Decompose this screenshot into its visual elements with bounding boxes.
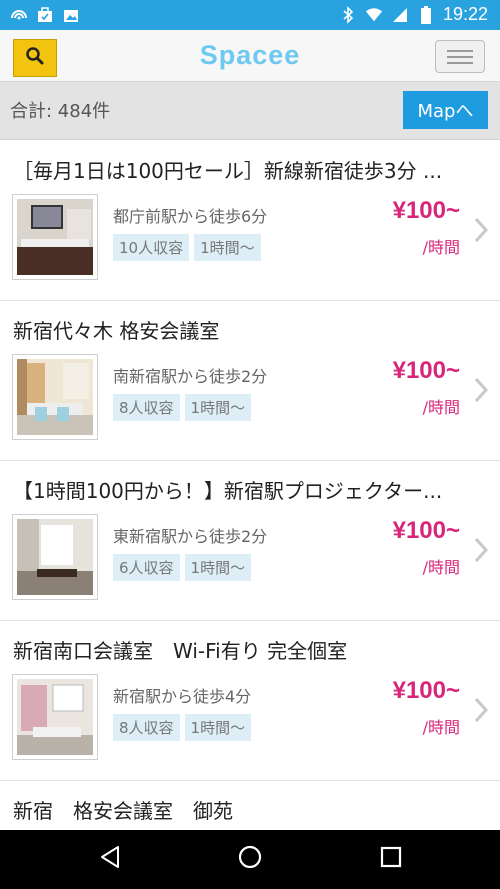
price-unit: /時間 bbox=[422, 398, 460, 417]
back-button[interactable] bbox=[95, 844, 125, 874]
chevron-right-icon bbox=[474, 697, 489, 727]
listing-item[interactable]: 新宿 格安会議室 御苑 bbox=[0, 781, 500, 830]
listing-thumbnail bbox=[12, 354, 98, 440]
map-button[interactable]: Mapへ bbox=[403, 91, 488, 129]
listing-title: 新宿代々木 格安会議室 bbox=[13, 319, 220, 343]
status-bar-notifications bbox=[10, 6, 80, 24]
back-triangle-icon bbox=[99, 845, 121, 873]
listing-price: ¥100~ bbox=[392, 677, 460, 704]
chevron-right-icon bbox=[474, 217, 489, 247]
status-bar: 19:22 bbox=[0, 0, 500, 30]
total-count: 合計: 484件 bbox=[10, 101, 111, 122]
capacity-tag: 6人収容 bbox=[113, 554, 180, 581]
listing-tags: 6人収容 1時間〜 bbox=[113, 554, 252, 581]
listing-tags: 10人収容 1時間〜 bbox=[113, 234, 261, 261]
listing-title: 【1時間100円から！】新宿駅プロジェクター... bbox=[13, 479, 443, 503]
status-bar-system: 19:22 bbox=[339, 4, 488, 25]
listing-title: 新宿 格安会議室 御苑 bbox=[13, 799, 233, 823]
menu-button[interactable] bbox=[435, 40, 485, 73]
min-time-tag: 1時間〜 bbox=[194, 234, 261, 261]
signal-arc-icon bbox=[10, 6, 28, 24]
recents-button[interactable] bbox=[376, 844, 406, 874]
battery-icon bbox=[417, 5, 435, 24]
listing-thumbnail bbox=[12, 674, 98, 760]
listing-price: ¥100~ bbox=[392, 357, 460, 384]
listing-price: ¥100~ bbox=[392, 197, 460, 224]
navigation-bar bbox=[0, 830, 500, 889]
status-time: 19:22 bbox=[442, 4, 488, 24]
listing-access: 新宿駅から徒歩4分 bbox=[113, 687, 252, 706]
recents-square-icon bbox=[380, 846, 402, 872]
price-unit: /時間 bbox=[422, 718, 460, 737]
capacity-tag: 10人収容 bbox=[113, 234, 190, 261]
chevron-right-icon bbox=[474, 377, 489, 407]
app-title: Spacee bbox=[199, 40, 301, 70]
chevron-right-icon bbox=[474, 537, 489, 567]
price-unit: /時間 bbox=[422, 238, 460, 257]
listing-access: 都庁前駅から徒歩6分 bbox=[113, 207, 268, 226]
price-unit: /時間 bbox=[422, 558, 460, 577]
listing-thumbnail bbox=[12, 194, 98, 280]
listing-access: 東新宿駅から徒歩2分 bbox=[113, 527, 268, 546]
min-time-tag: 1時間〜 bbox=[184, 394, 252, 421]
bluetooth-icon bbox=[339, 5, 357, 24]
briefcase-icon bbox=[36, 6, 54, 24]
min-time-tag: 1時間〜 bbox=[184, 554, 252, 581]
app-header: Spacee bbox=[0, 30, 500, 82]
wifi-icon bbox=[365, 6, 383, 24]
listing-thumbnail bbox=[12, 514, 98, 600]
listing-title: 新宿南口会議室 Wi-Fi有り 完全個室 bbox=[13, 639, 348, 663]
listing-price: ¥100~ bbox=[392, 517, 460, 544]
cell-signal-icon bbox=[391, 6, 409, 24]
listing-tags: 8人収容 1時間〜 bbox=[113, 714, 252, 741]
capacity-tag: 8人収容 bbox=[113, 394, 180, 421]
listing-item[interactable]: 新宿代々木 格安会議室 南新宿駅から徒歩2分 8人収容 1時間〜 ¥100~ /… bbox=[0, 301, 500, 461]
home-button[interactable] bbox=[235, 844, 265, 874]
home-circle-icon bbox=[237, 844, 263, 874]
summary-bar: 合計: 484件 Mapへ bbox=[0, 82, 500, 140]
capacity-tag: 8人収容 bbox=[113, 714, 180, 741]
listing-tags: 8人収容 1時間〜 bbox=[113, 394, 252, 421]
image-icon bbox=[62, 6, 80, 24]
min-time-tag: 1時間〜 bbox=[184, 714, 252, 741]
listing-title: ［毎月1日は100円セール］新線新宿徒歩3分 ... bbox=[13, 159, 443, 183]
listing-item[interactable]: 新宿南口会議室 Wi-Fi有り 完全個室 新宿駅から徒歩4分 8人収容 1時間〜… bbox=[0, 621, 500, 781]
hamburger-menu-icon bbox=[447, 49, 473, 52]
listing-item[interactable]: 【1時間100円から！】新宿駅プロジェクター... 東新宿駅から徒歩2分 6人収… bbox=[0, 461, 500, 621]
listing-item[interactable]: ［毎月1日は100円セール］新線新宿徒歩3分 ... 都庁前駅から徒歩6分 10… bbox=[0, 141, 500, 301]
listing-access: 南新宿駅から徒歩2分 bbox=[113, 367, 268, 386]
